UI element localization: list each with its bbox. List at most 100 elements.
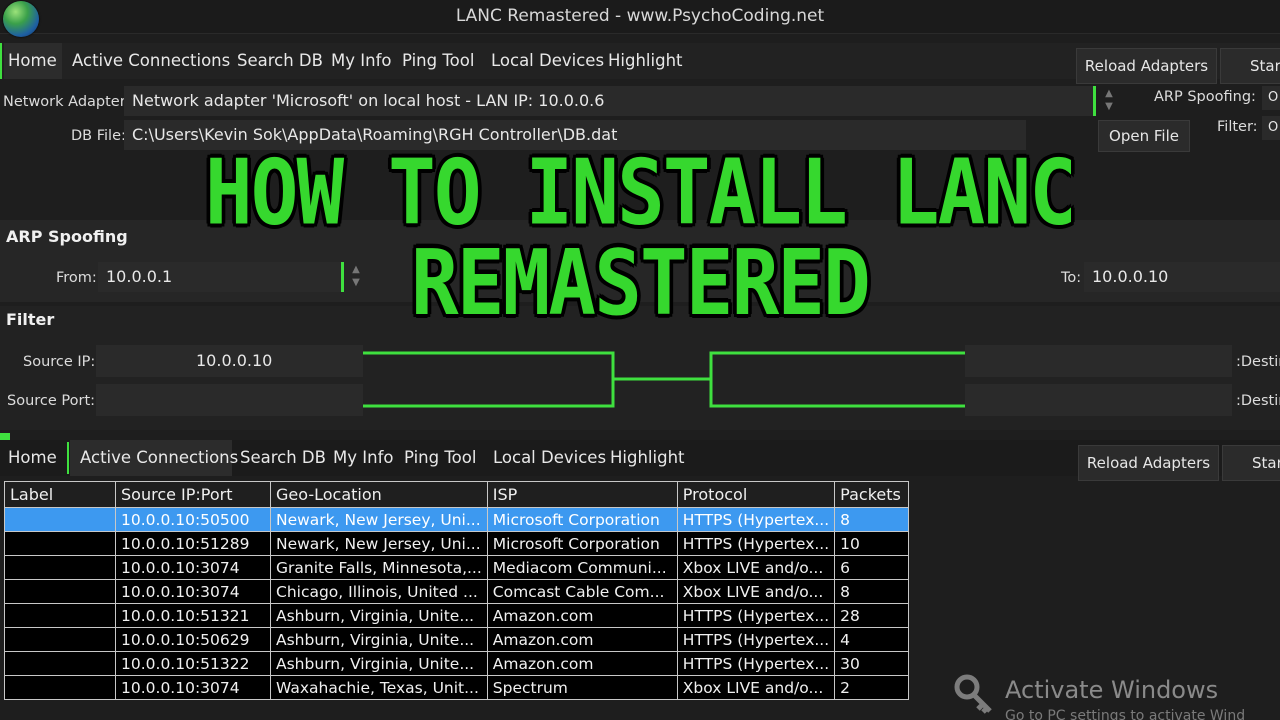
table-cell: 10.0.0.10:51289 [115, 531, 271, 556]
tab-local-devices[interactable]: Local Devices [489, 440, 610, 476]
column-header-geo-location[interactable]: Geo-Location [270, 481, 488, 508]
reload-adapters-button[interactable]: Reload Adapters [1076, 48, 1217, 84]
table-cell [4, 555, 116, 580]
table-cell: HTTPS (Hypertex... [676, 651, 836, 676]
column-header-label[interactable]: Label [4, 481, 116, 508]
arp-spoofing-toggle[interactable]: O [1262, 86, 1280, 110]
table-cell: Ashburn, Virginia, Unite... [270, 651, 488, 676]
filter-toggle[interactable]: O [1262, 116, 1280, 140]
window-title: LANC Remastered - www.PsychoCoding.net [455, 6, 825, 26]
table-row[interactable]: 10.0.0.10:51321 Ashburn, Virginia, Unite.… [4, 603, 910, 628]
table-cell [4, 507, 116, 532]
tab-local-devices[interactable]: Local Devices [487, 43, 608, 79]
reload-adapters-button[interactable]: Reload Adapters [1078, 445, 1219, 481]
table-cell: 8 [834, 507, 910, 532]
tab-my-info[interactable]: My Info [329, 440, 397, 476]
table-cell: Newark, New Jersey, Uni... [270, 507, 488, 532]
table-cell: 10.0.0.10:50500 [115, 507, 271, 532]
tab-highlight[interactable]: Highlight [606, 440, 689, 476]
tab-home[interactable]: Home [4, 43, 62, 79]
table-cell: Newark, New Jersey, Uni... [270, 531, 488, 556]
title-bar: LANC Remastered - www.PsychoCoding.net [0, 0, 1280, 37]
table-cell: Microsoft Corporation [486, 531, 678, 556]
panel-accent [0, 433, 10, 440]
destination-port-label: :Destin [1236, 393, 1280, 409]
table-cell: Amazon.com [486, 603, 678, 628]
table-cell: 10.0.0.10:50629 [115, 627, 271, 652]
table-cell: 10.0.0.10:3074 [115, 675, 271, 700]
arp-to-field[interactable]: 10.0.0.10 [1084, 262, 1280, 292]
destination-ip-label: :Destin [1236, 354, 1280, 370]
filter-label: Filter: [1217, 119, 1258, 135]
table-cell [4, 579, 116, 604]
video-title-banner: HOW TO INSTALL LANC REMASTERED [204, 140, 1077, 336]
column-header-source[interactable]: Source IP:Port [115, 481, 271, 508]
table-cell: Ashburn, Virginia, Unite... [270, 603, 488, 628]
tab-home[interactable]: Home [4, 440, 61, 476]
table-row[interactable]: 10.0.0.10:50500 Newark, New Jersey, Uni..… [4, 507, 910, 532]
tab-active-connections[interactable]: Active Connections [70, 440, 238, 476]
column-header-isp[interactable]: ISP [486, 481, 678, 508]
table-cell [4, 651, 116, 676]
db-file-label: DB File: [71, 128, 126, 144]
table-cell: Xbox LIVE and/o... [676, 579, 836, 604]
key-icon [954, 674, 992, 714]
table-header-row: Label Source IP:Port Geo-Location ISP Pr… [4, 481, 910, 508]
table-cell [4, 627, 116, 652]
network-adapter-select[interactable]: Network adapter 'Microsoft' on local hos… [124, 86, 1094, 116]
table-row[interactable]: 10.0.0.10:50629 Ashburn, Virginia, Unite.… [4, 627, 910, 652]
tab-ping-tool[interactable]: Ping Tool [398, 43, 478, 79]
table-row[interactable]: 10.0.0.10:51322 Ashburn, Virginia, Unite.… [4, 651, 910, 676]
start-button[interactable]: Start [1222, 445, 1280, 481]
table-cell: HTTPS (Hypertex... [676, 507, 836, 532]
activate-windows-title: Activate Windows [1005, 676, 1219, 704]
column-header-packets[interactable]: Packets [834, 481, 910, 508]
destination-ip-field[interactable] [965, 345, 1232, 377]
tab-ping-tool[interactable]: Ping Tool [400, 440, 480, 476]
table-cell: 2 [834, 675, 910, 700]
active-tab-indicator [0, 43, 2, 79]
table-cell: 10.0.0.10:3074 [115, 579, 271, 604]
destination-port-field[interactable] [965, 384, 1232, 416]
table-cell: Waxahachie, Texas, Unit... [270, 675, 488, 700]
table-cell: 10.0.0.10:51322 [115, 651, 271, 676]
table-row[interactable]: 10.0.0.10:51289 Newark, New Jersey, Uni..… [4, 531, 910, 556]
select-accent [1093, 86, 1096, 116]
table-cell: 10.0.0.10:3074 [115, 555, 271, 580]
active-tab-indicator [67, 442, 69, 474]
table-cell: 10 [834, 531, 910, 556]
arp-spoofing-label: ARP Spoofing: [1154, 89, 1256, 105]
table-cell: Chicago, Illinois, United ... [270, 579, 488, 604]
table-cell [4, 603, 116, 628]
table-cell: Comcast Cable Com... [486, 579, 678, 604]
activate-windows-subtitle: Go to PC settings to activate Wind [1005, 708, 1246, 720]
column-header-protocol[interactable]: Protocol [676, 481, 836, 508]
table-cell: HTTPS (Hypertex... [676, 603, 836, 628]
table-cell: 28 [834, 603, 910, 628]
table-cell: 4 [834, 627, 910, 652]
connections-table: Label Source IP:Port Geo-Location ISP Pr… [4, 481, 910, 700]
table-row[interactable]: 10.0.0.10:3074 Waxahachie, Texas, Unit...… [4, 675, 910, 700]
chevron-up-down-icon[interactable]: ▲ ▼ [344, 263, 368, 289]
start-button[interactable]: Start [1220, 48, 1280, 84]
tab-highlight[interactable]: Highlight [604, 43, 687, 79]
table-cell: 10.0.0.10:51321 [115, 603, 271, 628]
tab-active-connections[interactable]: Active Connections [68, 43, 234, 79]
source-ip-field[interactable]: 10.0.0.10 [96, 345, 363, 377]
table-cell: 30 [834, 651, 910, 676]
table-cell: Spectrum [486, 675, 678, 700]
table-cell: HTTPS (Hypertex... [676, 531, 836, 556]
source-port-field[interactable] [96, 384, 363, 416]
tab-search-db[interactable]: Search DB [236, 440, 330, 476]
table-cell: Microsoft Corporation [486, 507, 678, 532]
table-row[interactable]: 10.0.0.10:3074 Granite Falls, Minnesota,.… [4, 555, 910, 580]
table-cell: Xbox LIVE and/o... [676, 675, 836, 700]
table-cell: 6 [834, 555, 910, 580]
chevron-up-down-icon[interactable]: ▲ ▼ [1097, 87, 1121, 113]
tab-search-db[interactable]: Search DB [233, 43, 327, 79]
arp-from-field[interactable]: 10.0.0.1 [98, 262, 344, 292]
tab-my-info[interactable]: My Info [327, 43, 395, 79]
table-row[interactable]: 10.0.0.10:3074 Chicago, Illinois, United … [4, 579, 910, 604]
network-adapter-label: Network Adapter: [3, 94, 131, 110]
filter-section-title: Filter [6, 310, 55, 329]
